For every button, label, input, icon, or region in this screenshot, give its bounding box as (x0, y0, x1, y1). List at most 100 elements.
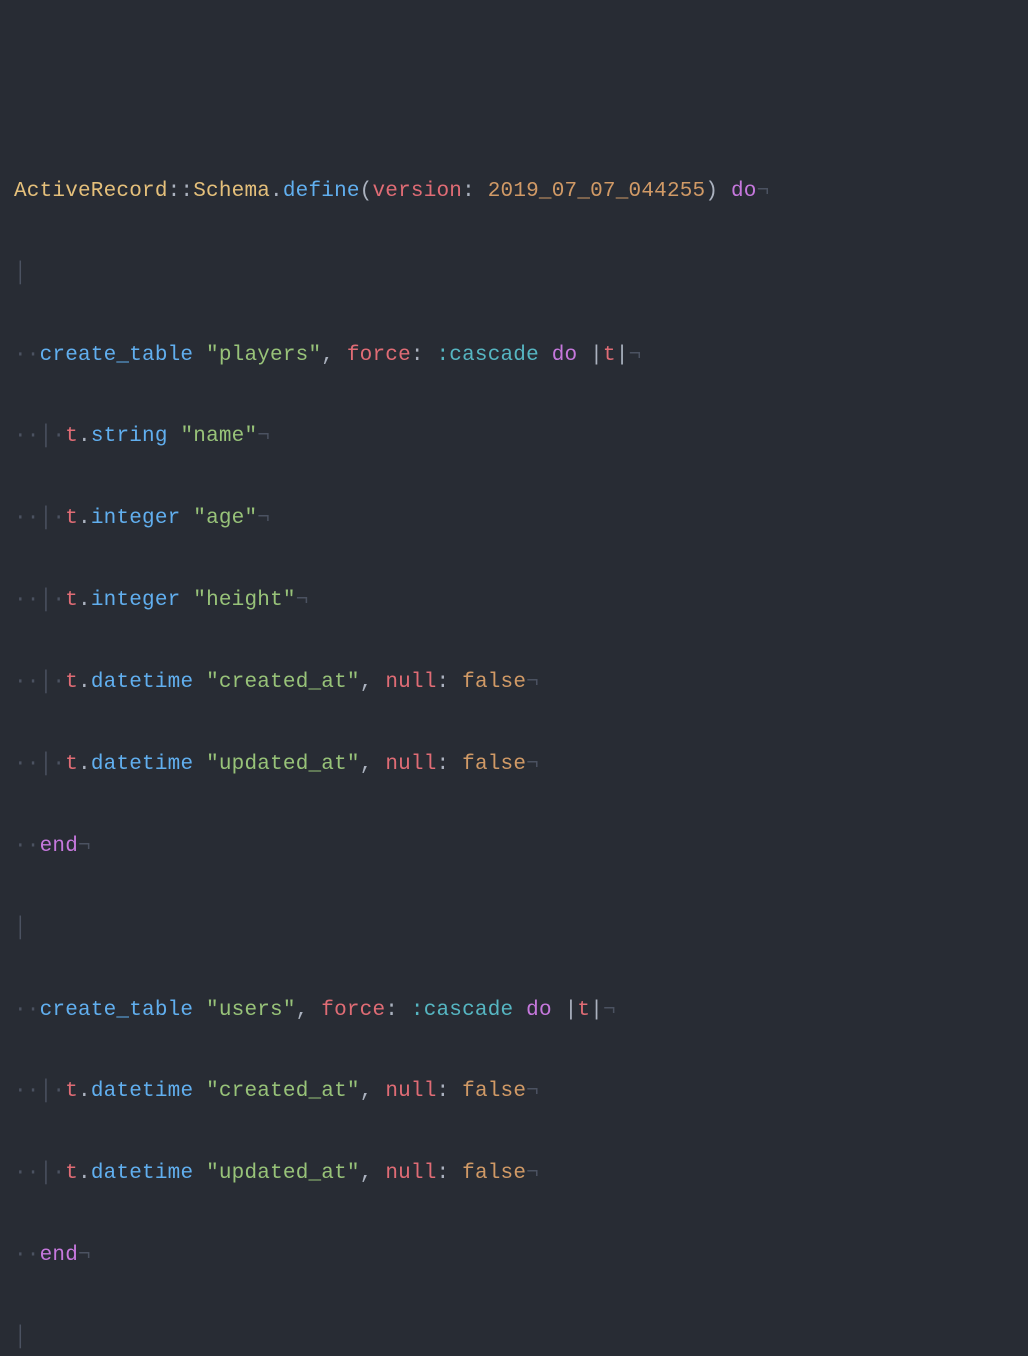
token-pipe: | (616, 344, 629, 367)
token-symbol: :cascade (437, 344, 539, 367)
code-line: ··end¬ (14, 1236, 1014, 1277)
indent-dots: ·· (14, 835, 40, 858)
token-pipe: | (590, 344, 603, 367)
token-dot: . (78, 1080, 91, 1103)
token-var: t (65, 425, 78, 448)
token-comma: , (360, 671, 386, 694)
newline-icon: ¬ (603, 999, 616, 1022)
token-string: "users" (206, 999, 296, 1022)
indent-dots: ··│· (14, 671, 65, 694)
token-colon: : (437, 1080, 463, 1103)
code-line: ··│·t.integer "height"¬ (14, 581, 1014, 622)
indent-dots: ··│· (14, 589, 65, 612)
token-dot: . (78, 425, 91, 448)
token-string: "players" (206, 344, 321, 367)
token-module: ActiveRecord (14, 180, 168, 203)
token-type: integer (91, 589, 181, 612)
token-colon: : (437, 1162, 463, 1185)
token-space (180, 589, 193, 612)
token-var: t (65, 1162, 78, 1185)
indent-dots: ··│· (14, 1080, 65, 1103)
code-line: ··│·t.datetime "updated_at", null: false… (14, 745, 1014, 786)
token-do: do (731, 180, 757, 203)
token-colon: : (437, 753, 463, 776)
indent-dots: ··│· (14, 1162, 65, 1185)
token-lparen: ( (360, 180, 373, 203)
token-space (552, 999, 565, 1022)
token-space (577, 344, 590, 367)
token-type: string (91, 425, 168, 448)
token-null-key: null (385, 753, 436, 776)
code-line: │ (14, 254, 1014, 295)
token-string: "name" (180, 425, 257, 448)
token-space (180, 507, 193, 530)
token-space (193, 344, 206, 367)
token-false: false (462, 671, 526, 694)
token-colon: : (385, 999, 411, 1022)
token-space (193, 671, 206, 694)
newline-icon: ¬ (757, 180, 770, 203)
token-type: datetime (91, 753, 193, 776)
token-colon: : (437, 671, 463, 694)
token-null-key: null (385, 1080, 436, 1103)
token-pipe: | (565, 999, 578, 1022)
indent-dots: ··│· (14, 753, 65, 776)
indent-dots: ·· (14, 344, 40, 367)
token-comma: , (360, 1162, 386, 1185)
token-end: end (40, 1244, 78, 1267)
token-var: t (65, 507, 78, 530)
token-string: "age" (193, 507, 257, 530)
token-symbol: :cascade (411, 999, 513, 1022)
code-line: ··│·t.string "name"¬ (14, 417, 1014, 458)
code-line: ActiveRecord::Schema.define(version: 201… (14, 172, 1014, 213)
token-false: false (462, 1162, 526, 1185)
token-space (539, 344, 552, 367)
newline-icon: ¬ (78, 835, 91, 858)
token-version-key: version (372, 180, 462, 203)
newline-icon: ¬ (526, 1162, 539, 1185)
token-version-val: 2019_07_07_044255 (488, 180, 706, 203)
indent-guide: │ (14, 917, 27, 940)
token-blockvar: t (577, 999, 590, 1022)
indent-guide: │ (14, 262, 27, 285)
newline-icon: ¬ (78, 1244, 91, 1267)
token-space (193, 753, 206, 776)
token-space (193, 1162, 206, 1185)
token-space (193, 1080, 206, 1103)
indent-dots: ··│· (14, 425, 65, 448)
token-create-table: create_table (40, 344, 194, 367)
token-null-key: null (385, 1162, 436, 1185)
token-force-key: force (321, 999, 385, 1022)
token-dot: . (78, 1162, 91, 1185)
code-line: ··create_table "players", force: :cascad… (14, 336, 1014, 377)
token-space (193, 999, 206, 1022)
token-dot: . (78, 589, 91, 612)
token-create-table: create_table (40, 999, 194, 1022)
code-line: ··│·t.integer "age"¬ (14, 499, 1014, 540)
code-line: │ (14, 1318, 1014, 1356)
newline-icon: ¬ (526, 1080, 539, 1103)
token-false: false (462, 1080, 526, 1103)
token-string: "height" (193, 589, 295, 612)
token-type: datetime (91, 1080, 193, 1103)
token-define: define (283, 180, 360, 203)
token-colon: : (462, 180, 488, 203)
newline-icon: ¬ (296, 589, 309, 612)
token-string: "created_at" (206, 671, 360, 694)
token-class: Schema (193, 180, 270, 203)
newline-icon: ¬ (629, 344, 642, 367)
token-var: t (65, 753, 78, 776)
token-end: end (40, 835, 78, 858)
token-space (718, 180, 731, 203)
token-space (513, 999, 526, 1022)
token-rparen: ) (705, 180, 718, 203)
code-line: ··end¬ (14, 827, 1014, 868)
token-string: "updated_at" (206, 1162, 360, 1185)
token-dot: . (270, 180, 283, 203)
newline-icon: ¬ (526, 753, 539, 776)
token-comma: , (360, 1080, 386, 1103)
indent-dots: ·· (14, 1244, 40, 1267)
token-string: "updated_at" (206, 753, 360, 776)
token-comma: , (360, 753, 386, 776)
indent-guide: │ (14, 1326, 27, 1349)
